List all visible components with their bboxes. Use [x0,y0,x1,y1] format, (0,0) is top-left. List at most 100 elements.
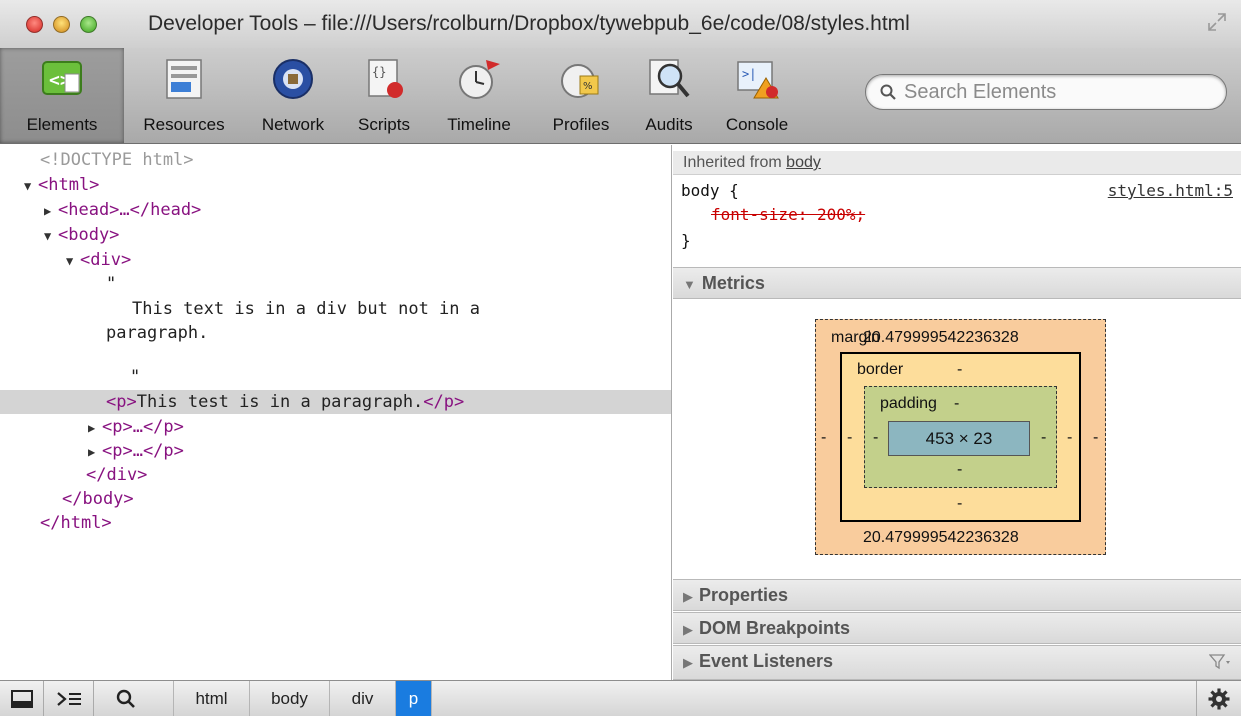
dom-node-body-close[interactable]: </body> [0,487,671,511]
expanded-triangle-icon[interactable]: ▼ [44,224,58,248]
breadcrumb-body[interactable]: body [250,681,330,716]
svg-text:>|: >| [742,67,756,81]
console-drawer-button[interactable] [44,681,94,716]
inherited-element-link[interactable]: body [786,154,821,171]
magnifier-icon [116,689,135,708]
zoom-window-button[interactable] [80,15,97,33]
svg-text:{}: {} [372,65,386,79]
margin-bottom-value: 20.479999542236328 [863,529,1019,546]
padding-top-value: - [954,395,960,412]
div-open-tag: <div> [80,250,132,270]
p-tag: <p>…</p> [102,441,184,461]
border-label: border [857,361,904,378]
text-quote: " [106,274,117,294]
stylesheet-source-link[interactable]: styles.html:5 [1108,181,1233,200]
text-node-content: This text is in a div but not in a [132,299,480,319]
fullscreen-icon[interactable] [1207,12,1227,32]
dom-node-html[interactable]: ▼ <html> [0,173,671,197]
network-icon [273,59,313,99]
p-tag: <p>…</p> [102,417,184,437]
dom-node-html-close[interactable]: </html> [0,511,671,535]
close-window-button[interactable] [26,15,43,33]
dom-node-div-close[interactable]: </div> [0,463,671,487]
tab-network-label: Network [261,115,325,134]
tab-elements-label: Elements [26,115,98,134]
inspect-search-button[interactable] [94,681,174,716]
dom-node-p-collapsed[interactable]: ▶ <p>…</p> [0,415,671,439]
status-bar: html body div p [0,680,1241,716]
event-listeners-title: Event Listeners [699,651,834,671]
body-open-tag: <body> [58,225,120,245]
breadcrumb-html[interactable]: html [174,681,250,716]
dom-text-node-line1[interactable]: This text is in a div but not in a [0,297,671,321]
border-left-value: - [847,429,853,446]
text-quote: " [130,367,141,387]
styles-sidebar: Inherited from body body { styles.html:5… [673,145,1241,680]
panel-toolbar: <> Elements Resources Network {} Scripts [0,48,1241,144]
settings-button[interactable] [1196,681,1241,716]
tab-profiles[interactable]: % Profiles [536,48,626,143]
dom-breakpoints-section-header[interactable]: ▶ DOM Breakpoints [673,612,1241,644]
console-prompt-icon [56,691,81,706]
margin-left-value: - [821,429,827,446]
expanded-triangle-icon[interactable]: ▼ [24,174,38,198]
body-close-tag: </body> [62,489,134,509]
dom-text-node-line2[interactable]: paragraph. [0,321,671,345]
dom-node-p-selected[interactable]: <p>This test is in a paragraph.</p> [0,390,671,414]
properties-title: Properties [699,585,789,605]
dom-breakpoints-title: DOM Breakpoints [699,618,851,638]
p-text: This test is in a paragraph. [136,392,424,412]
elements-icon: <> [42,61,82,95]
breadcrumb-div[interactable]: div [330,681,396,716]
collapsed-triangle-icon: ▶ [683,589,693,604]
collapsed-triangle-icon[interactable]: ▶ [88,440,102,464]
tab-console-label: Console [725,115,789,134]
timeline-icon [459,60,500,99]
margin-top-value: 20.479999542236328 [863,329,1019,346]
border-bottom-value: - [957,495,963,512]
tab-console[interactable]: >| Console [710,48,804,143]
html-close-tag: </html> [40,513,112,533]
minimize-window-button[interactable] [53,15,70,33]
collapsed-triangle-icon[interactable]: ▶ [44,199,58,223]
window-controls [26,15,97,33]
tab-profiles-label: Profiles [552,115,610,134]
border-right-value: - [1067,429,1073,446]
box-model-diagram: 453 × 23 margin 20.479999542236328 20.47… [673,299,1241,577]
tab-timeline[interactable]: Timeline [428,48,530,143]
collapsed-triangle-icon: ▶ [683,655,693,670]
text-node-content: paragraph. [106,323,209,343]
filter-icon[interactable] [1209,653,1231,671]
dom-node-doctype[interactable]: <!DOCTYPE html> [0,148,671,172]
event-listeners-section-header[interactable]: ▶ Event Listeners [673,645,1241,680]
metrics-section-header[interactable]: ▼ Metrics [673,267,1241,299]
search-elements-input[interactable] [904,80,1224,104]
tab-network[interactable]: Network [248,48,338,143]
tab-audits[interactable]: Audits [632,48,706,143]
expanded-triangle-icon[interactable]: ▼ [66,249,80,273]
properties-section-header[interactable]: ▶ Properties [673,579,1241,611]
doctype-text: <!DOCTYPE html> [40,150,194,170]
tab-scripts[interactable]: {} Scripts [346,48,422,143]
search-elements-box[interactable] [865,74,1227,110]
content-box: 453 × 23 [888,421,1030,456]
inherited-header: Inherited from body [673,151,1241,175]
title-bar: Developer Tools – file:///Users/rcolburn… [0,0,1241,48]
tab-resources[interactable]: Resources [128,48,240,143]
dom-node-p-collapsed[interactable]: ▶ <p>…</p> [0,439,671,463]
dom-node-body[interactable]: ▼ <body> [0,223,671,247]
div-close-tag: </div> [86,465,148,485]
tab-resources-label: Resources [143,115,225,134]
dom-node-head[interactable]: ▶ <head>…</head> [0,198,671,222]
breadcrumb-p[interactable]: p [396,681,432,716]
tab-audits-label: Audits [645,115,693,134]
collapsed-triangle-icon: ▶ [683,622,693,637]
tab-elements[interactable]: <> Elements [0,48,124,143]
collapsed-triangle-icon[interactable]: ▶ [88,416,102,440]
dock-toggle-button[interactable] [0,681,44,716]
dom-node-div[interactable]: ▼ <div> [0,248,671,272]
padding-label: padding [880,395,937,412]
window-title: Developer Tools – file:///Users/rcolburn… [148,12,910,35]
padding-right-value: - [1041,429,1047,446]
css-property-overridden[interactable]: font-size: 200%; [711,205,865,224]
